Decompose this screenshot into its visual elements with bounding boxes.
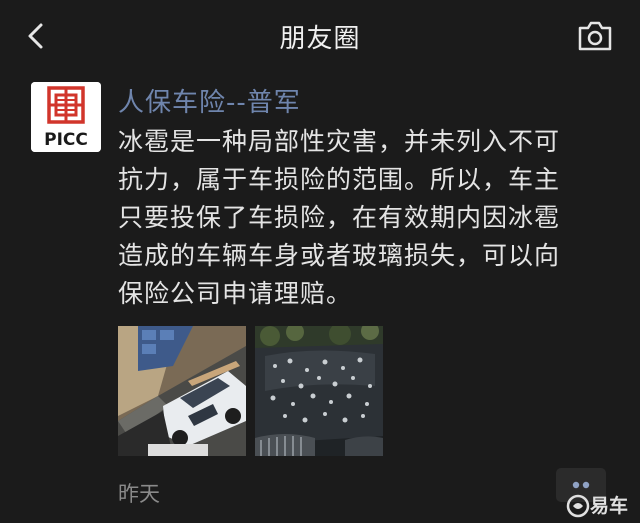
camera-icon[interactable]: [577, 20, 613, 52]
post-text-line: 只要投保了车损险，在有效期内因冰雹: [118, 203, 561, 232]
post-photo-hail-damage[interactable]: [255, 326, 383, 456]
page-title: 朋友圈: [279, 24, 361, 54]
post-text-line: 抗力，属于车损险的范围。所以，车主: [118, 165, 561, 194]
avatar[interactable]: PICC: [31, 82, 101, 152]
post-timestamp: 昨天: [118, 482, 160, 506]
post-text-line: 冰雹是一种局部性灾害，并未列入不可: [118, 127, 561, 156]
picc-logo: PICC: [31, 82, 101, 152]
top-bar: 朋友圈: [0, 0, 640, 72]
picc-logo-text: PICC: [44, 130, 88, 150]
watermark-text: 易车: [590, 495, 629, 517]
post-text-line: 保险公司申请理赔。: [118, 279, 353, 308]
author-name[interactable]: 人保车险--普军: [118, 82, 301, 119]
post-text-line: 造成的车辆车身或者玻璃损失，可以向: [118, 241, 561, 270]
post-text: 冰雹是一种局部性灾害，并未列入不可 抗力，属于车损险的范围。所以，车主 只要投保…: [118, 123, 618, 313]
post-photo-parked-car[interactable]: [118, 326, 246, 456]
